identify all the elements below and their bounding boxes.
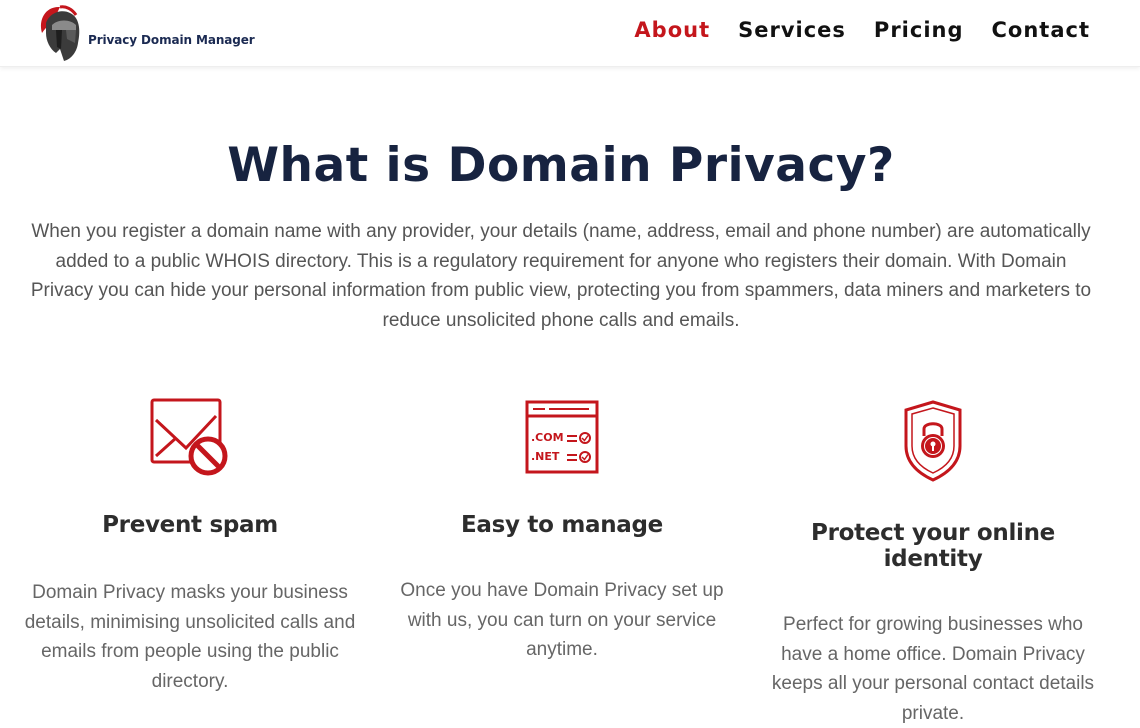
nav-link-pricing[interactable]: Pricing [874,18,964,42]
nav-link-services[interactable]: Services [738,18,846,42]
domain-label-net: .NET [531,450,560,463]
logo-text: Privacy Domain Manager [88,33,255,47]
page-title: What is Domain Privacy? [227,138,895,193]
main-nav: About Services Pricing Contact [634,18,1090,42]
feature-title: Easy to manage [461,512,663,538]
nav-link-contact[interactable]: Contact [992,18,1091,42]
nav-link-about[interactable]: About [634,18,710,42]
feature-description: Once you have Domain Privacy set up with… [400,580,724,660]
intro-paragraph: When you register a domain name with any… [30,221,1092,331]
site-logo[interactable]: Privacy Domain Manager [36,2,255,64]
site-header: Privacy Domain Manager About Services Pr… [0,0,1140,67]
feature-title: Prevent spam [102,512,278,538]
no-mail-icon [150,398,228,476]
feature-prevent-spam: Prevent spam Domain Privacy masks your b… [20,398,360,696]
feature-description: Perfect for growing businesses who have … [771,614,1095,724]
feature-title: Protect your online identity [811,520,1055,572]
spartan-helmet-icon [40,5,80,62]
domain-label-com: .COM [531,431,564,444]
feature-easy-to-manage: .COM .NET Easy to manage Once you have D… [392,400,732,665]
shield-lock-icon [904,400,962,482]
domain-list-icon: .COM .NET [525,400,599,474]
feature-protect-identity: Protect your online identity Perfect for… [763,400,1103,728]
feature-description: Domain Privacy masks your business detai… [24,582,356,692]
